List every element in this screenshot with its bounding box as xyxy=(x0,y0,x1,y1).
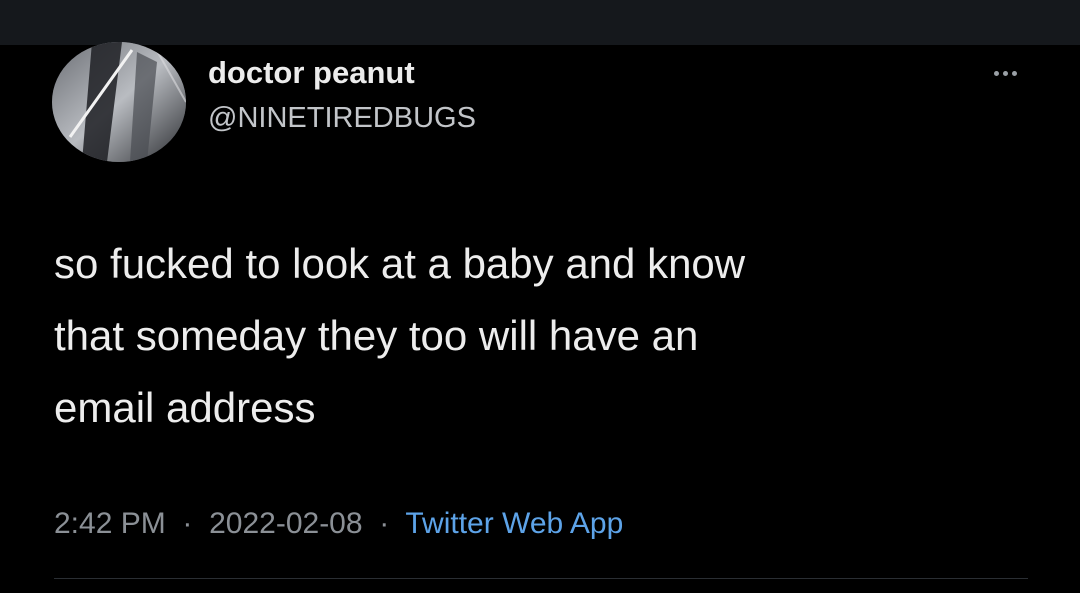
more-horizontal-icon xyxy=(993,70,999,76)
more-options-button[interactable] xyxy=(984,58,1026,88)
top-bar xyxy=(0,0,1080,45)
tweet-time[interactable]: 2:42 PM xyxy=(54,507,166,540)
avatar-image xyxy=(52,42,186,162)
divider xyxy=(54,578,1028,579)
tweet-source-link[interactable]: Twitter Web App xyxy=(405,507,623,540)
tweet-text: so fucked to look at a baby and know tha… xyxy=(54,240,746,431)
avatar[interactable] xyxy=(52,42,186,162)
tweet-date[interactable]: 2022-02-08 xyxy=(209,507,362,540)
meta-separator: · xyxy=(370,507,398,540)
user-handle[interactable]: @NINETIREDBUGS xyxy=(208,101,476,135)
tweet-screenshot: doctor peanut @NINETIREDBUGS so fucked t… xyxy=(0,0,1080,593)
tweet-metadata: 2:42 PM · 2022-02-08 · Twitter Web App xyxy=(54,505,623,543)
more-horizontal-icon-dot xyxy=(1011,70,1017,76)
display-name[interactable]: doctor peanut xyxy=(208,55,415,91)
more-horizontal-icon-dot xyxy=(1002,70,1008,76)
meta-separator: · xyxy=(174,507,201,540)
